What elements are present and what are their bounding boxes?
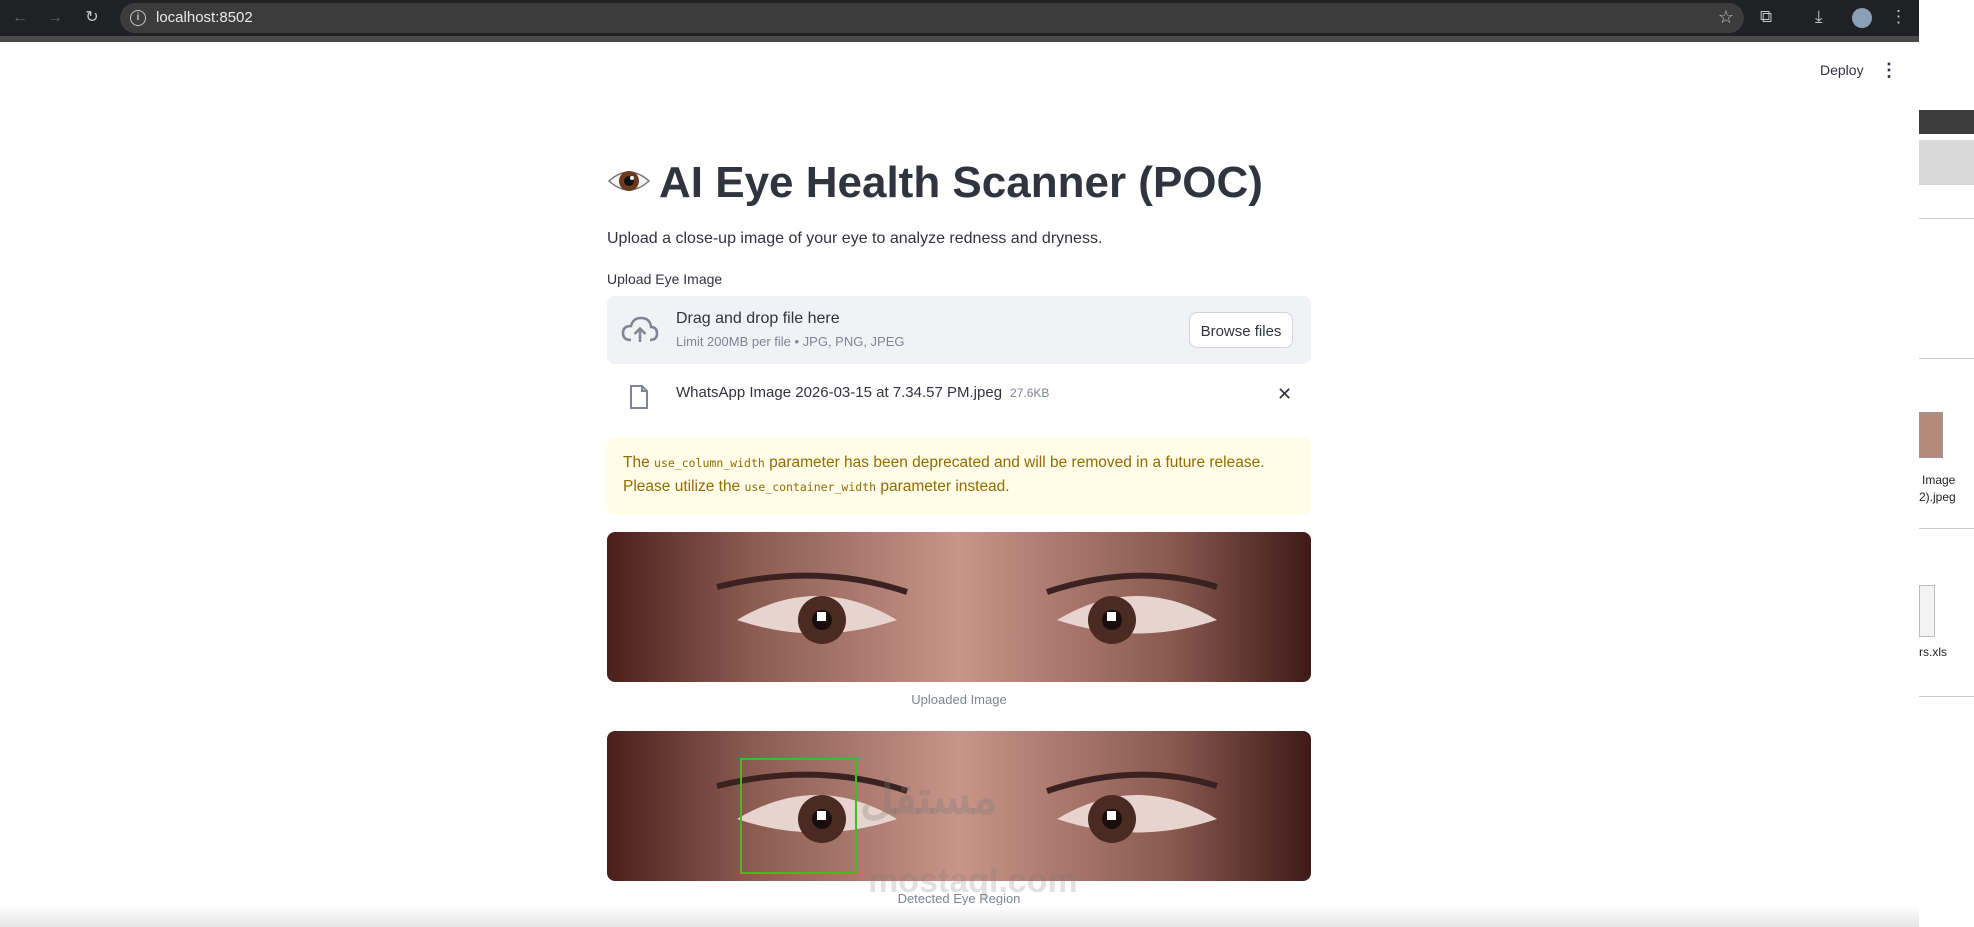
dropzone-instructions: Drag and drop file here (676, 310, 840, 327)
eye-icon (607, 171, 651, 191)
desktop-divider (1919, 218, 1974, 219)
desktop-menubar (1919, 110, 1974, 134)
warning-code: use_container_width (744, 480, 877, 494)
page-title-text: AI Eye Health Scanner (POC) (659, 158, 1263, 207)
desktop-file-label: Image (1922, 473, 1956, 487)
warning-code: use_column_width (654, 456, 765, 470)
reload-icon[interactable]: ↻ (82, 8, 102, 28)
file-icon (630, 385, 648, 409)
desktop-divider (1919, 696, 1974, 697)
browser-menu-icon[interactable]: ⋮ (1890, 7, 1907, 27)
browser-toolbar: ← → ↻ i localhost:8502 ☆ ⧉ ⤓ ⋮ (0, 0, 1919, 36)
cloud-upload-icon (621, 316, 659, 342)
file-name-text: WhatsApp Image 2026-03-15 at 7.34.57 PM.… (676, 384, 1003, 401)
back-icon[interactable]: ← (10, 8, 30, 28)
address-bar[interactable]: i localhost:8502 ☆ (120, 3, 1744, 33)
warning-text: The use_column_width parameter has been … (623, 451, 1298, 499)
uploaded-image-caption: Uploaded Image (911, 692, 1007, 707)
deploy-button[interactable]: Deploy (1820, 62, 1864, 78)
bottom-shadow (0, 905, 1919, 927)
desktop-file-label: rs.xls (1919, 645, 1947, 659)
file-size: 27.6KB (1010, 386, 1050, 400)
bookmark-star-icon[interactable]: ☆ (1718, 7, 1734, 28)
uploader-label: Upload Eye Image (607, 271, 723, 287)
remove-file-icon[interactable]: ✕ (1277, 384, 1292, 405)
warning-text-part: parameter instead. (876, 478, 1010, 495)
forward-icon[interactable]: → (45, 8, 65, 28)
watermark-latin: mostaql.com (868, 862, 1078, 900)
url-text[interactable]: localhost:8502 (156, 9, 253, 26)
extensions-icon[interactable]: ⧉ (1760, 7, 1772, 27)
desktop-panel (1919, 140, 1974, 185)
desktop-file-thumbnail[interactable] (1919, 412, 1943, 458)
dropzone-limit-text: Limit 200MB per file • JPG, PNG, JPEG (676, 334, 905, 349)
uploaded-eye-image (607, 532, 1311, 682)
profile-avatar[interactable] (1852, 8, 1872, 28)
download-icon[interactable]: ⤓ (1815, 7, 1823, 27)
page-title: AI Eye Health Scanner (POC) (607, 158, 1263, 208)
site-info-icon[interactable]: i (130, 10, 146, 26)
desktop-file-label: 2).jpeg (1919, 490, 1956, 504)
desktop-file-document-icon[interactable] (1919, 585, 1935, 637)
desktop-divider (1919, 358, 1974, 359)
deprecation-warning: The use_column_width parameter has been … (607, 437, 1311, 515)
desktop-divider (1919, 528, 1974, 529)
app-menu-icon[interactable]: ⋮ (1880, 60, 1898, 81)
watermark-arabic: مستقل (860, 771, 998, 823)
page-subtitle: Upload a close-up image of your eye to a… (607, 230, 1103, 247)
desktop-background: Image 2).jpeg rs.xls (1919, 0, 1974, 927)
warning-text-part: The (623, 454, 655, 471)
browse-files-button[interactable]: Browse files (1189, 312, 1293, 348)
toolbar-divider (0, 36, 1919, 42)
uploaded-file-name: WhatsApp Image 2026-03-15 at 7.34.57 PM.… (676, 384, 1049, 401)
file-dropzone[interactable]: Drag and drop file here Limit 200MB per … (607, 296, 1311, 364)
uploaded-file-item: WhatsApp Image 2026-03-15 at 7.34.57 PM.… (607, 374, 1311, 418)
